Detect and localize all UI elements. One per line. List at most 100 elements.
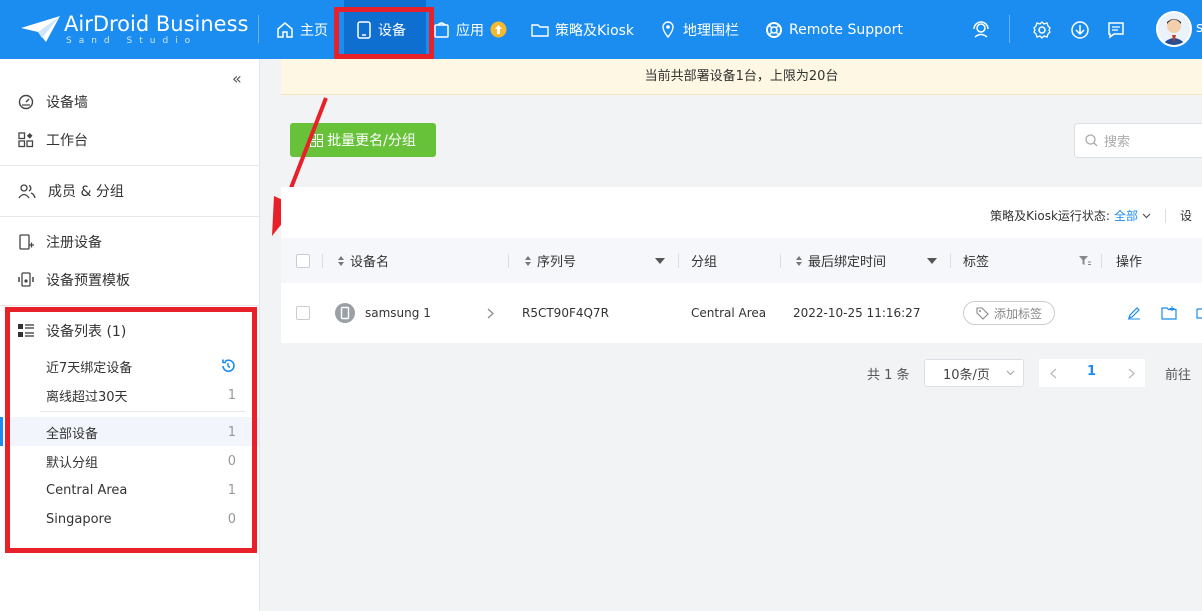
nav-geofence[interactable]: 地理围栏: [659, 0, 739, 59]
message-icon[interactable]: [1105, 19, 1127, 41]
column-header-serial[interactable]: 序列号: [524, 238, 576, 283]
sidebar-item-enroll[interactable]: 注册设备: [18, 232, 102, 252]
sort-icon: [338, 255, 344, 266]
batch-rename-label: 批量更名/分组: [327, 133, 416, 149]
list-item-all-devices[interactable]: 全部设备 1: [46, 422, 236, 442]
table-row[interactable]: samsung 1 R5CT90F4Q7R Central Area 2022-…: [281, 283, 1202, 343]
headset-icon[interactable]: [970, 19, 992, 41]
android-device-icon: [335, 303, 355, 323]
download-icon[interactable]: [1069, 19, 1091, 41]
chevron-down-icon: [1006, 370, 1015, 376]
list-item-default-group[interactable]: 默认分组 0: [46, 451, 236, 471]
nav-apps[interactable]: 应用: [433, 0, 507, 59]
chevron-right-icon: [1128, 368, 1135, 378]
table-header: 设备名 序列号 分组 最后绑定时间 标签 操作: [281, 238, 1202, 283]
nav-geofence-label: 地理围栏: [683, 22, 739, 39]
select-all-checkbox[interactable]: [296, 238, 310, 283]
brand-subtitle: Sand Studio: [66, 36, 198, 46]
sidebar-item-workbench[interactable]: 工作台: [18, 130, 88, 150]
sidebar-divider: [0, 216, 259, 217]
chevron-left-icon: [1049, 368, 1056, 378]
list-item-offline-30[interactable]: 离线超过30天 1: [46, 385, 236, 405]
pagination-total: 共 1 条: [867, 368, 910, 383]
nav-apps-label: 应用: [456, 22, 484, 39]
brand-name: AirDroid Business: [64, 12, 249, 36]
device-list-header[interactable]: 设备列表 (1): [18, 321, 126, 341]
nav-remote-support[interactable]: Remote Support: [765, 0, 903, 59]
device-name-cell[interactable]: samsung 1: [335, 283, 431, 343]
column-header-last-bind[interactable]: 最后绑定时间: [795, 238, 886, 283]
nav-devices[interactable]: 设备: [344, 0, 426, 59]
chevron-down-icon: [1142, 213, 1151, 218]
nav-home-label: 主页: [300, 22, 328, 39]
column-divider: [508, 254, 509, 268]
more-action-icon[interactable]: [1196, 283, 1202, 343]
list-item-count: 0: [227, 511, 236, 527]
collapse-icon[interactable]: «: [232, 69, 242, 88]
nav-policy-kiosk[interactable]: 策略及Kiosk: [531, 0, 634, 59]
update-badge-icon: [490, 21, 507, 38]
last-bind-cell: 2022-10-25 11:16:27: [793, 306, 921, 320]
list-icon: [18, 324, 34, 337]
list-item-recent-bound[interactable]: 近7天绑定设备: [46, 356, 236, 376]
sidebar: « 设备墙 工作台 成员 & 分组 注册设备 设备预置模板 设备列表 (1) 近…: [0, 59, 260, 611]
column-divider: [678, 254, 679, 268]
edit-icon[interactable]: [1127, 283, 1141, 343]
serial-dropdown-icon[interactable]: [655, 238, 665, 283]
list-item-central-area[interactable]: Central Area 1: [46, 480, 236, 500]
user-avatar[interactable]: [1156, 11, 1192, 47]
user-name-partial[interactable]: s: [1196, 20, 1202, 36]
column-header-group: 分组: [691, 238, 717, 283]
device-list-divider: [40, 411, 246, 412]
policy-status-filter[interactable]: 策略及Kiosk运行状态: 全部 设: [990, 207, 1192, 224]
sidebar-item-members[interactable]: 成员 & 分组: [18, 181, 124, 201]
group-cell: Central Area: [691, 306, 767, 320]
filter-value[interactable]: 全部: [1114, 207, 1138, 224]
chevron-right-icon[interactable]: [487, 283, 494, 343]
filter-divider: [1164, 208, 1166, 223]
next-page-button[interactable]: [1117, 359, 1145, 387]
pagination: 共 1 条 10条/页 1 前往: [281, 356, 1202, 388]
sidebar-item-template[interactable]: 设备预置模板: [18, 270, 130, 290]
column-last-bind-label: 最后绑定时间: [808, 255, 887, 270]
last-bind-dropdown-icon[interactable]: [927, 238, 937, 283]
page-number-current[interactable]: 1: [1087, 364, 1096, 379]
column-header-name[interactable]: 设备名: [337, 238, 389, 283]
airdroid-logo[interactable]: AirDroid Business Sand Studio: [20, 12, 248, 46]
list-item-label: 近7天绑定设备: [46, 360, 133, 376]
users-icon: [18, 184, 36, 199]
device-list-title: 设备列表 (1): [46, 324, 127, 340]
header-divider: [1009, 15, 1010, 43]
search-input[interactable]: 搜索: [1074, 123, 1202, 158]
list-item-count: 1: [227, 387, 236, 403]
list-item-count: 1: [227, 424, 236, 440]
tag-cell: 添加标签: [963, 283, 1056, 343]
sidebar-item-device-wall[interactable]: 设备墙: [18, 92, 88, 112]
add-tag-button[interactable]: 添加标签: [963, 301, 1056, 325]
column-divider: [1101, 254, 1102, 268]
sort-icon: [525, 255, 531, 266]
nav-home[interactable]: 主页: [276, 0, 328, 59]
home-icon: [277, 21, 293, 38]
row-checkbox[interactable]: [296, 283, 310, 343]
column-serial-label: 序列号: [537, 255, 577, 270]
column-header-tags: 标签: [963, 238, 989, 283]
sidebar-item-label: 设备预置模板: [46, 273, 130, 289]
map-pin-icon: [662, 20, 674, 38]
list-item-singapore[interactable]: Singapore 0: [46, 509, 236, 529]
page-size-select[interactable]: 10条/页: [924, 359, 1024, 387]
history-icon: [222, 359, 235, 372]
add-tag-label: 添加标签: [994, 306, 1043, 321]
sidebar-divider: [0, 305, 259, 306]
folder-icon: [531, 23, 549, 37]
list-item-label: Singapore: [46, 511, 112, 527]
list-item-count: 1: [227, 482, 236, 498]
gear-icon[interactable]: [1031, 19, 1053, 41]
filter-icon[interactable]: [1079, 238, 1091, 283]
filter-more-label[interactable]: 设: [1180, 207, 1192, 224]
move-folder-icon[interactable]: [1161, 283, 1177, 343]
sidebar-item-label: 工作台: [46, 133, 88, 149]
template-icon: [18, 272, 34, 287]
list-item-label: 离线超过30天: [46, 389, 128, 405]
prev-page-button[interactable]: [1039, 359, 1067, 387]
